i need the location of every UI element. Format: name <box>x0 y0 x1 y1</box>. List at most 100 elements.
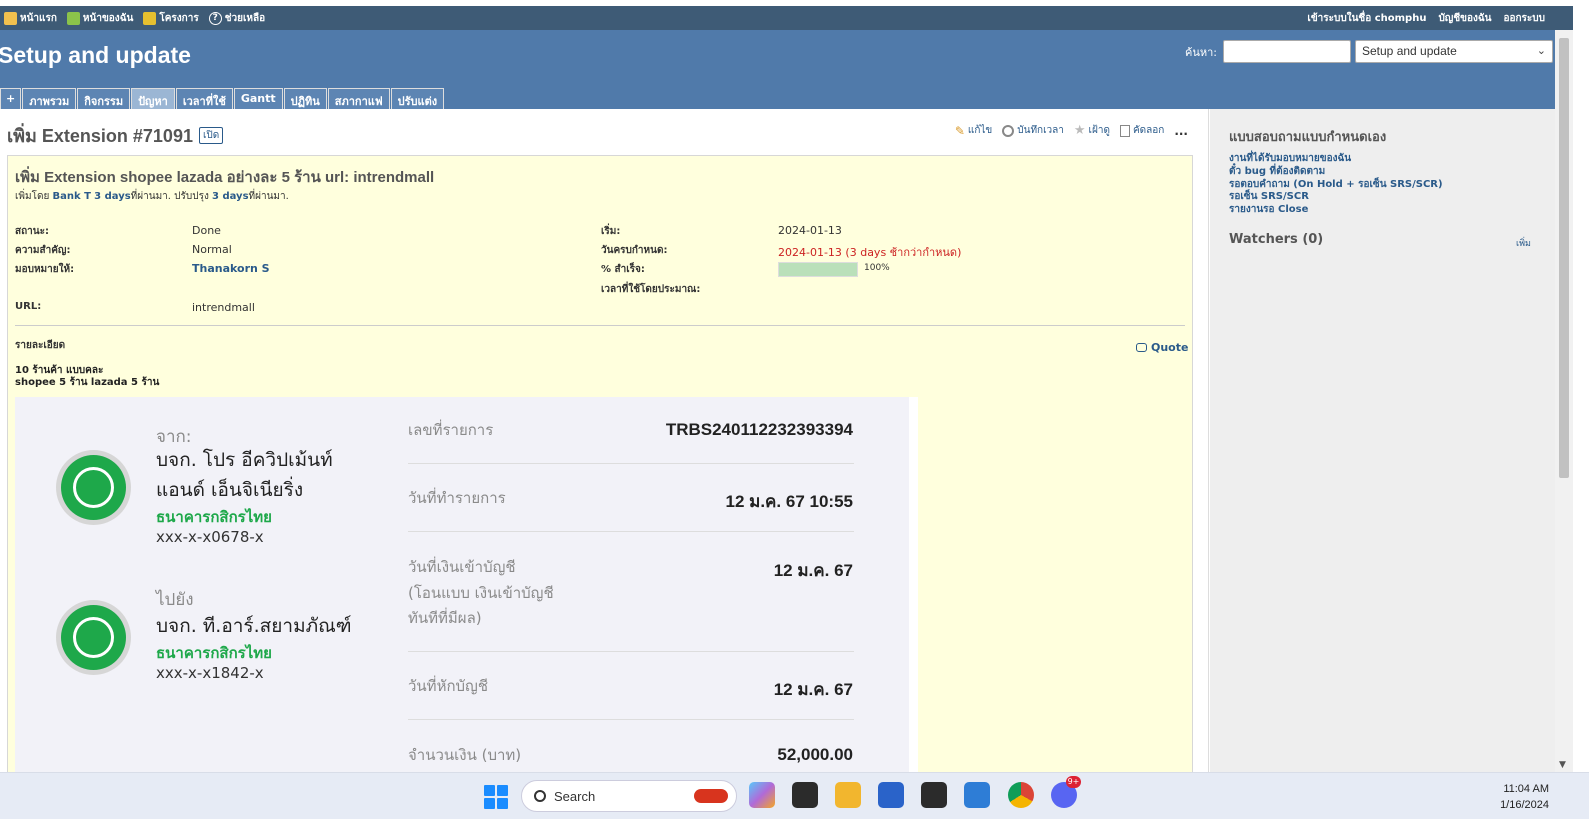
projects-link[interactable]: โครงการ <box>143 11 199 26</box>
clock-add-icon <box>1002 124 1015 137</box>
priority-label: ความสำคัญ: <box>15 245 71 256</box>
start-tile <box>497 785 508 796</box>
microsoft-store-icon[interactable] <box>878 782 904 808</box>
home-icon <box>4 12 17 25</box>
watch-button[interactable]: ★ เฝ้าดู <box>1074 123 1110 138</box>
logout-link[interactable]: ออกระบบ <box>1503 11 1545 26</box>
help-label: ช่วยเหลือ <box>224 13 266 24</box>
sidebar: แบบสอบถามแบบกำหนดเอง งานที่ได้รับมอบหมาย… <box>1210 109 1555 772</box>
slip-border <box>909 397 918 772</box>
added-ago-link[interactable]: 3 days <box>94 191 131 202</box>
query-link-bugs[interactable]: ตั๋ว bug ที่ต้องติดตาม <box>1229 166 1443 179</box>
author-link[interactable]: Bank T <box>53 191 91 202</box>
tab-settings[interactable]: ปรับแต่ง <box>390 88 445 109</box>
taskbar-search[interactable]: Search <box>521 780 737 812</box>
chrome-icon[interactable] <box>1008 782 1034 808</box>
amount-value: 52,000.00 <box>777 745 853 764</box>
start-tile <box>484 785 495 796</box>
taskbar-clock[interactable]: 11:04 AM 1/16/2024 <box>1500 781 1549 813</box>
amount-label: จำนวนเงิน (บาท) <box>408 746 522 764</box>
star-icon: ★ <box>1073 123 1086 138</box>
to-account: xxx-x-x1842-x <box>156 664 264 682</box>
file-explorer-icon[interactable] <box>835 782 861 808</box>
my-account-link[interactable]: บัญชีของฉัน <box>1438 11 1491 26</box>
query-link-wait-close[interactable]: รายงานรอ Close <box>1229 204 1443 217</box>
done-ratio-fill <box>779 263 857 276</box>
quote-button[interactable]: Quote <box>1136 341 1188 354</box>
browser-viewport: หน้าแรก หน้าของฉัน โครงการ ? ช่วยเหลือ เ… <box>0 0 1589 772</box>
query-link-on-hold[interactable]: รอตอบคำถาม (On Hold + รอเซ็น SRS/SCR) <box>1229 179 1443 192</box>
issue-actions: ✎ แก้ไข บันทึกเวลา ★ เฝ้าดู คัดลอก ... <box>955 123 1188 138</box>
username-link[interactable]: chomphu <box>1375 13 1427 24</box>
watchers-title: Watchers (0) <box>1229 232 1324 247</box>
copy-icon <box>1119 124 1130 137</box>
tab-gantt[interactable]: Gantt <box>233 88 283 109</box>
divider <box>408 719 854 720</box>
discord-notification-badge: 9+ <box>1066 776 1081 788</box>
windows-start-button[interactable] <box>484 785 508 809</box>
watch-label: เฝ้าดู <box>1088 125 1110 136</box>
updated-ago-link[interactable]: 3 days <box>212 191 249 202</box>
project-jump-select[interactable]: Setup and update ⌄ <box>1355 40 1553 63</box>
projects-icon <box>143 12 157 25</box>
tab-activity[interactable]: กิจกรรม <box>77 88 131 109</box>
copy-button[interactable]: คัดลอก <box>1119 123 1165 138</box>
help-link[interactable]: ? ช่วยเหลือ <box>208 11 266 26</box>
done-ratio-bar <box>778 262 858 277</box>
task-view-icon[interactable] <box>792 782 818 808</box>
logged-in-as: เข้าระบบในชื่อ chomphu <box>1307 11 1426 26</box>
tab-new[interactable]: + <box>0 88 22 109</box>
txn-date-label: วันที่ทำรายการ <box>408 489 506 507</box>
add-watcher-link[interactable]: เพิ่ม <box>1516 236 1531 250</box>
home-link[interactable]: หน้าแรก <box>4 11 57 26</box>
due-date-value: 2024-01-13 (3 days ช้ากว่ากำหนด) <box>778 246 962 259</box>
main-content: เพิ่ม Extension #71091 เปิด ✎ แก้ไข บันท… <box>0 109 1209 772</box>
windows-taskbar: Search 9+ 11:04 AM 1/16/2024 <box>0 772 1589 819</box>
logged-in-label: เข้าระบบในชื่อ <box>1307 13 1372 24</box>
query-link-my-assigned[interactable]: งานที่ได้รับมอบหมายของฉัน <box>1229 153 1443 166</box>
projects-label: โครงการ <box>159 13 199 24</box>
scrollbar-thumb[interactable] <box>1559 38 1569 478</box>
issue-author-line: เพิ่มโดย Bank T 3 daysที่ผ่านมา. ปรับปรุ… <box>15 189 289 204</box>
start-tile <box>497 798 508 809</box>
tab-time-entries[interactable]: เวลาที่ใช้ <box>175 88 233 109</box>
tab-issues[interactable]: ปัญหา <box>131 88 175 109</box>
chili-pepper-icon <box>694 789 728 803</box>
tab-calendar[interactable]: ปฏิทิน <box>283 88 327 109</box>
log-time-button[interactable]: บันทึกเวลา <box>1002 123 1064 138</box>
scroll-down-arrow-icon[interactable]: ▼ <box>1559 760 1566 770</box>
assignee-link[interactable]: Thanakorn S <box>192 262 270 275</box>
ref-value: TRBS240112232393394 <box>665 420 853 439</box>
copilot-icon[interactable] <box>749 782 775 808</box>
author-prefix: เพิ่มโดย <box>15 191 50 202</box>
page-scrollbar[interactable]: ▼ <box>1555 30 1573 772</box>
main-menu-tabs: + ภาพรวม กิจกรรม ปัญหา เวลาที่ใช้ Gantt … <box>0 87 1573 109</box>
tab-forums[interactable]: สภากาแฟ <box>327 88 390 109</box>
clock-time: 11:04 AM <box>1503 783 1549 795</box>
issue-title: เพิ่ม Extension #71091 <box>7 126 193 146</box>
from-name-line-1: บจก. โปร อีควิปเม้นท์ <box>156 449 333 471</box>
to-label: ไปยัง <box>156 590 194 610</box>
log-time-label: บันทึกเวลา <box>1017 125 1064 136</box>
search-icon <box>534 790 546 802</box>
updated-prefix: ปรับปรุง <box>174 191 209 202</box>
search-area: ค้นหา: Setup and update ⌄ <box>1185 40 1553 63</box>
my-page-link[interactable]: หน้าของฉัน <box>66 11 133 26</box>
custom-queries-title: แบบสอบถามแบบกำหนดเอง <box>1229 130 1387 145</box>
search-input[interactable] <box>1223 40 1351 63</box>
top-menu: หน้าแรก หน้าของฉัน โครงการ ? ช่วยเหลือ เ… <box>0 6 1573 30</box>
edit-button[interactable]: ✎ แก้ไข <box>955 123 992 138</box>
taskbar-search-label: Search <box>554 788 596 804</box>
query-link-srs-scr[interactable]: รอเซ็น SRS/SCR <box>1229 191 1443 204</box>
sticky-notes-icon[interactable] <box>921 782 947 808</box>
status-value: Done <box>192 224 221 237</box>
description-line-2: shopee 5 ร้าน lazada 5 ร้าน <box>15 377 160 388</box>
snipping-tool-icon[interactable] <box>964 782 990 808</box>
more-actions-button[interactable]: ... <box>1174 124 1188 138</box>
description-label: รายละเอียด <box>15 340 66 351</box>
user-icon <box>66 12 80 25</box>
issue-details: เพิ่ม Extension shopee lazada อย่างละ 5 … <box>7 155 1193 772</box>
copy-label: คัดลอก <box>1132 125 1165 136</box>
tab-overview[interactable]: ภาพรวม <box>22 88 77 109</box>
from-bank: ธนาคารกสิกรไทย <box>156 508 272 526</box>
